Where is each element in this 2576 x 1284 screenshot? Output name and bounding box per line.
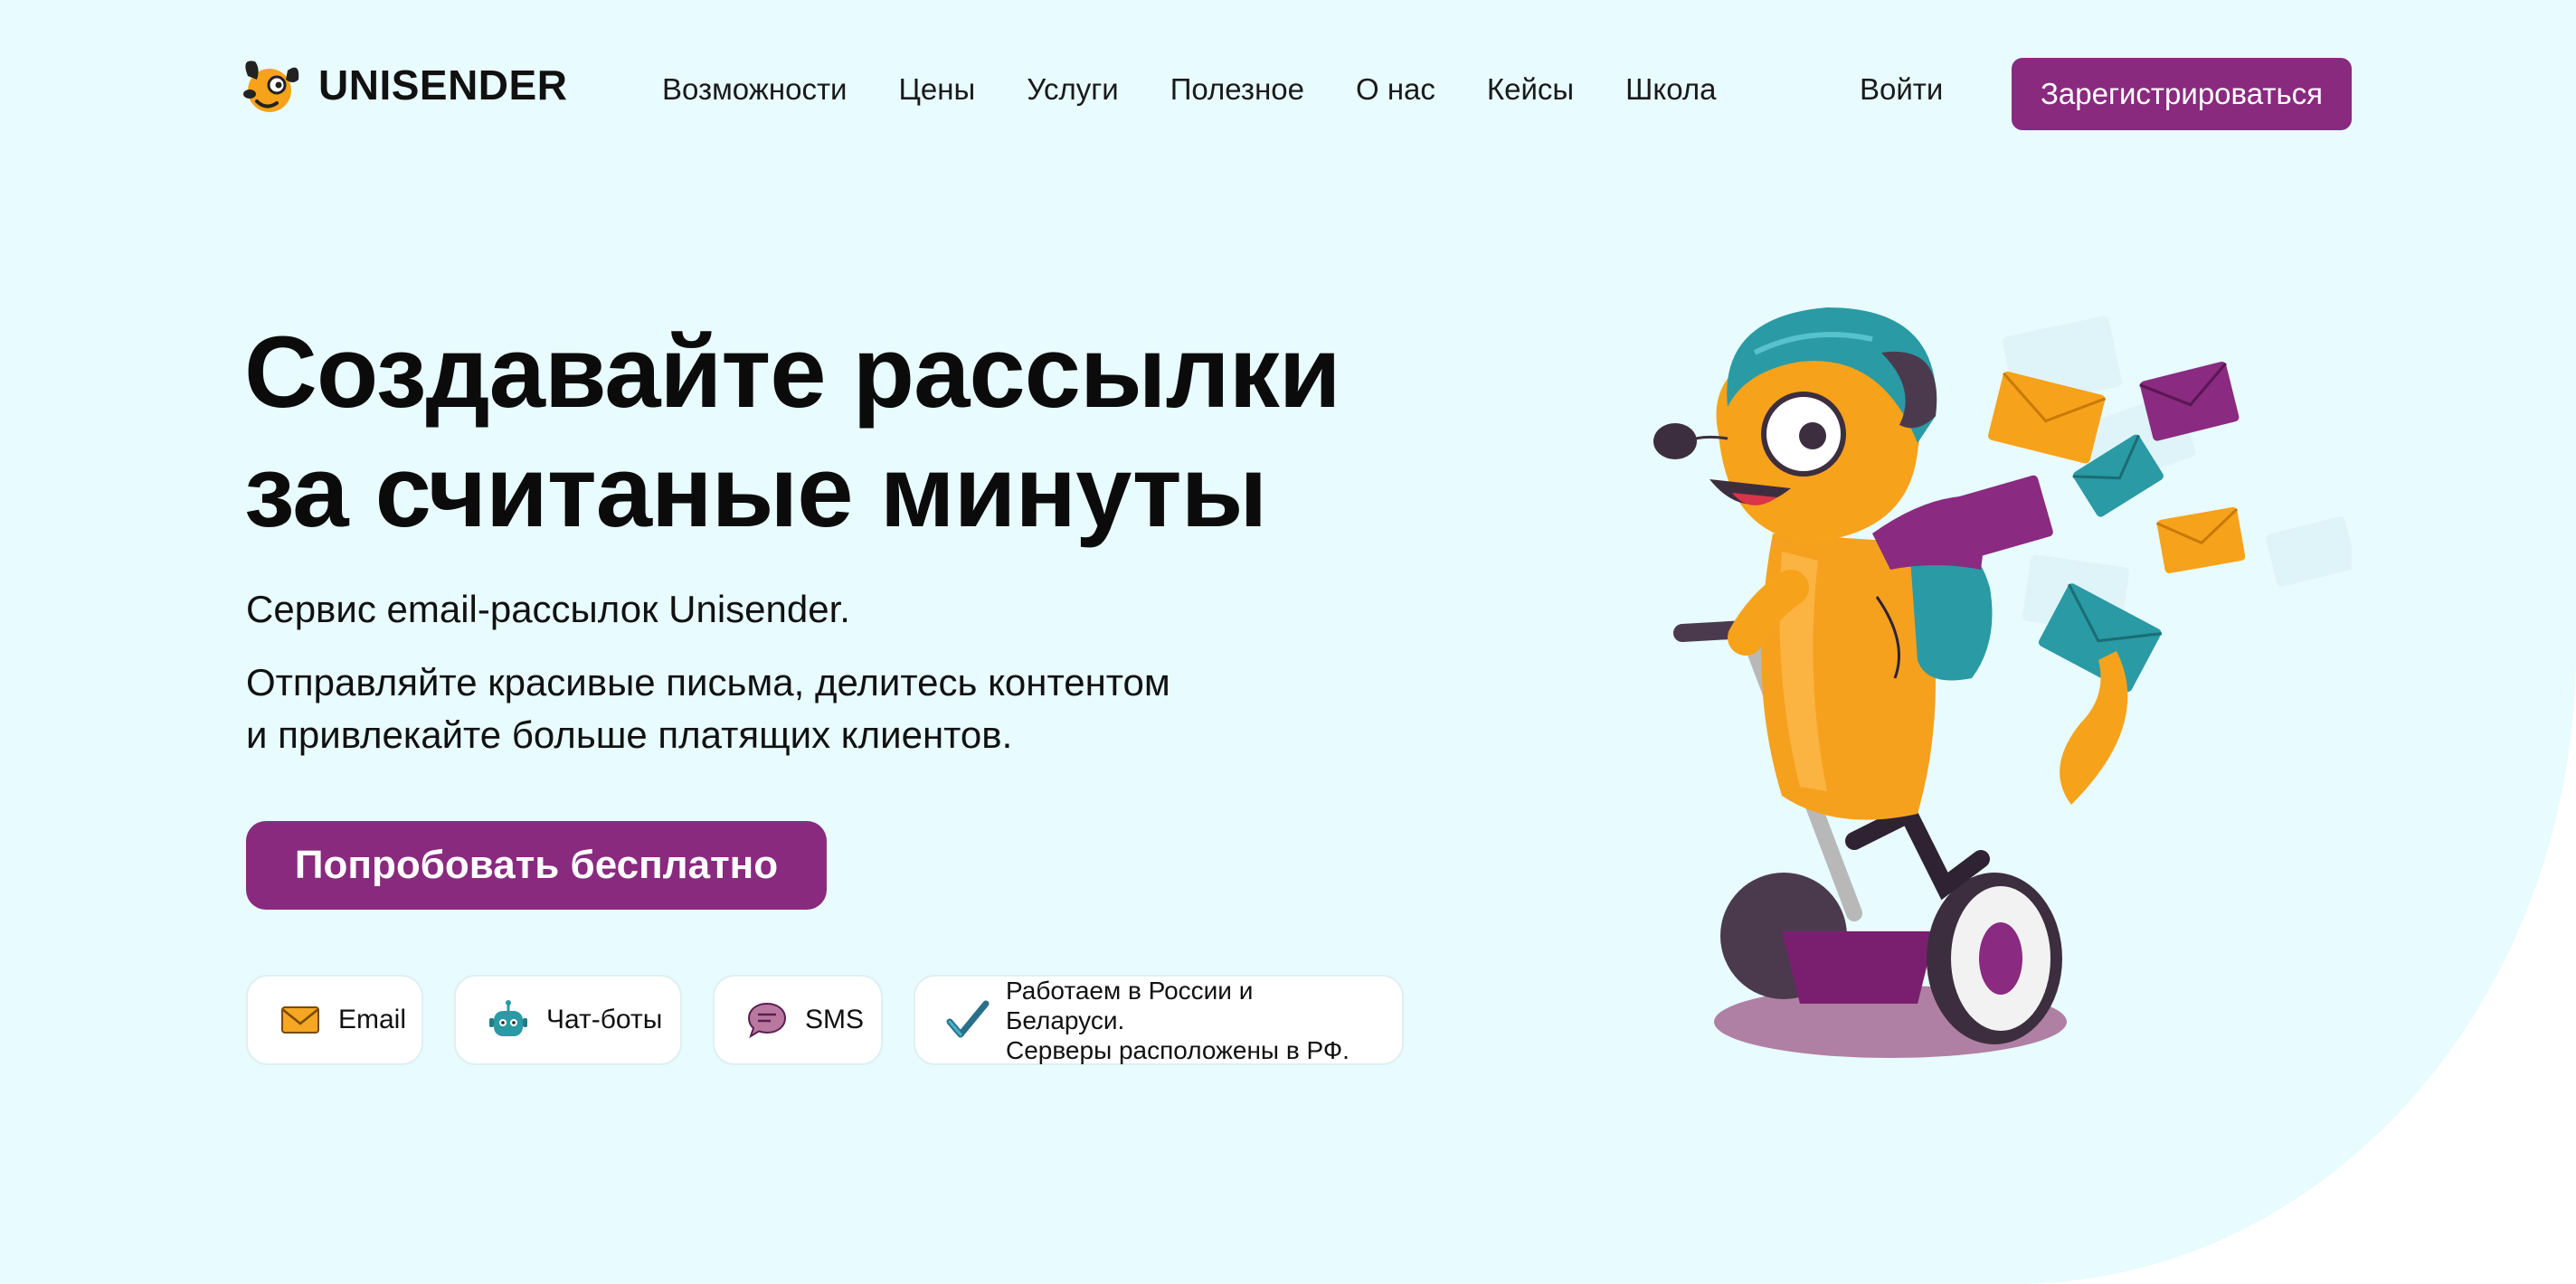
login-link[interactable]: Войти xyxy=(1860,72,1943,107)
nav-item-pricing[interactable]: Цены xyxy=(899,72,976,107)
nav-item-useful[interactable]: Полезное xyxy=(1170,72,1304,107)
nav-item-features[interactable]: Возможности xyxy=(662,72,848,107)
feature-chip-email: Email xyxy=(246,975,423,1065)
note-line-2: Серверы расположены в РФ. xyxy=(1006,1035,1350,1064)
main-nav: Возможности Цены Услуги Полезное О нас К… xyxy=(662,72,1767,107)
chat-bubble-icon xyxy=(747,1002,787,1039)
feature-email-label: Email xyxy=(338,1005,407,1034)
try-free-button[interactable]: Попробовать бесплатно xyxy=(246,821,827,910)
note-line-1: Работаем в России и Беларуси. xyxy=(1006,976,1254,1034)
signup-button[interactable]: Зарегистрироваться xyxy=(2012,58,2352,130)
envelope-faded-4-icon xyxy=(2266,516,2352,587)
feature-chips: Email Чат-боты SMS Работаем в России и Б… xyxy=(246,975,1404,1065)
envelope-purple-1-icon xyxy=(2139,362,2240,441)
feature-chip-sms: SMS xyxy=(713,975,883,1065)
nav-item-cases[interactable]: Кейсы xyxy=(1487,72,1574,107)
description-line-2: и привлекайте больше платящих клиентов. xyxy=(246,713,1013,756)
feature-chatbots-label: Чат-боты xyxy=(546,1005,663,1034)
brand-name: UNISENDER xyxy=(318,61,568,109)
dog-logo-icon xyxy=(243,61,299,112)
site-header: UNISENDER Возможности Цены Услуги Полезн… xyxy=(0,0,2576,190)
nav-item-school[interactable]: Школа xyxy=(1625,72,1716,107)
feature-chip-chatbots: Чат-боты xyxy=(454,975,682,1065)
hero-description: Отправляйте красивые письма, делитесь ко… xyxy=(246,656,1331,761)
nav-item-services[interactable]: Услуги xyxy=(1027,72,1118,107)
feature-chip-location: Работаем в России и Беларуси. Серверы ра… xyxy=(914,975,1404,1065)
hero-subtitle: Сервис email-рассылок Unisender. xyxy=(246,588,850,630)
feature-location-note: Работаем в России и Беларуси. Серверы ра… xyxy=(1006,976,1371,1065)
envelope-icon xyxy=(281,1006,319,1034)
headline-line-2: за считаные минуты xyxy=(244,435,1267,548)
headline-line-1: Создавайте рассылки xyxy=(244,316,1341,429)
envelope-orange-2-icon xyxy=(2155,506,2246,573)
nav-item-about[interactable]: О нас xyxy=(1356,72,1435,107)
description-line-1: Отправляйте красивые письма, делитесь ко… xyxy=(246,661,1170,703)
hero-headline: Создавайте рассылки за считаные минуты xyxy=(244,313,1341,552)
checkmark-icon xyxy=(946,1000,990,1038)
feature-sms-label: SMS xyxy=(805,1005,865,1034)
logo[interactable]: UNISENDER xyxy=(233,49,567,121)
mascot-illustration xyxy=(1653,307,2352,1058)
robot-icon xyxy=(489,1000,527,1036)
